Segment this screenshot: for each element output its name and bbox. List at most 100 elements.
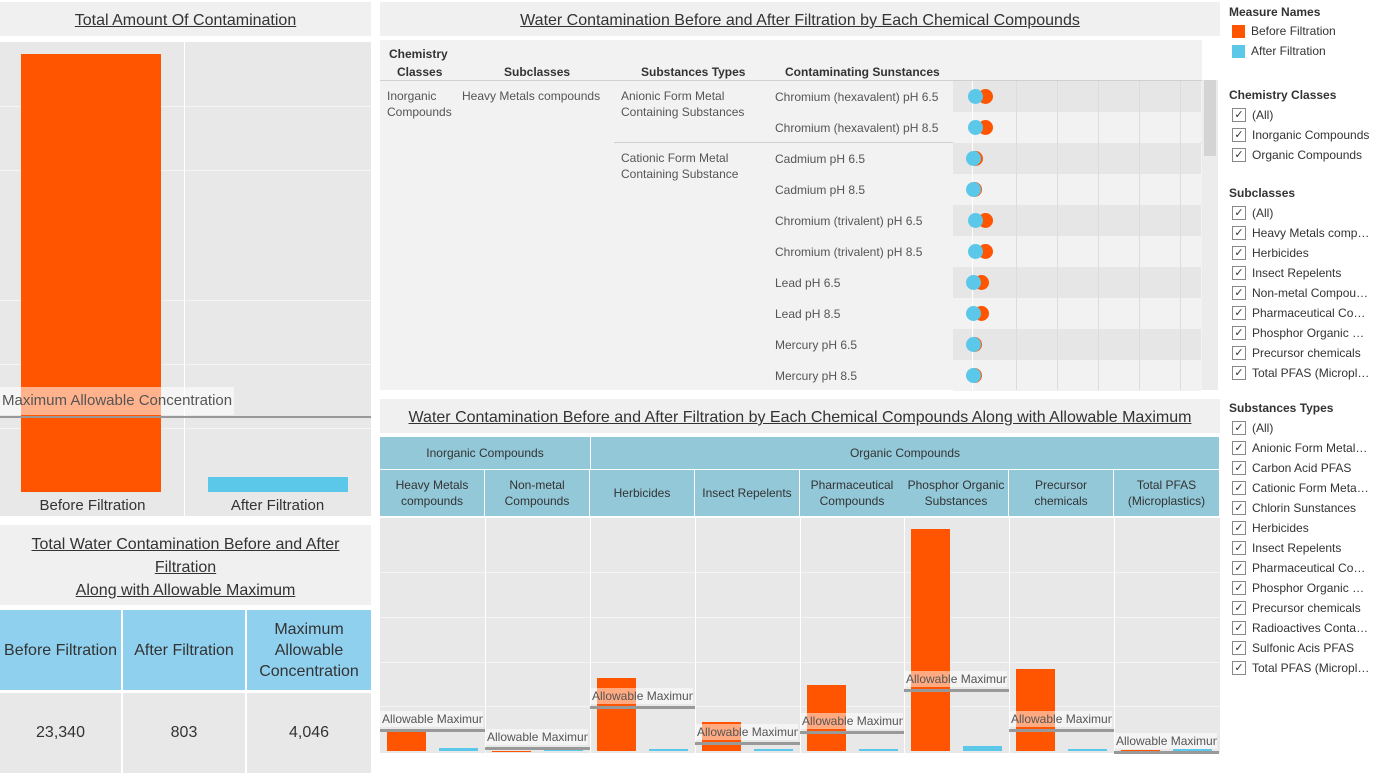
checkbox[interactable]: ✓ — [1232, 421, 1246, 435]
checkbox[interactable]: ✓ — [1232, 481, 1246, 495]
column-separator — [1114, 518, 1115, 753]
filter-option-label[interactable]: Anionic Form Metal Containing Substances — [1252, 440, 1370, 456]
gridline — [1016, 81, 1017, 390]
table-row-bg — [953, 329, 1201, 360]
checkbox[interactable]: ✓ — [1232, 108, 1246, 122]
filter-option-label[interactable]: Total PFAS (Microplastics) — [1252, 660, 1370, 676]
checkbox[interactable]: ✓ — [1232, 206, 1246, 220]
max-allowable-line — [0, 416, 371, 419]
checkbox[interactable]: ✓ — [1232, 128, 1246, 142]
filter-option-label[interactable]: Precursor chemicals — [1252, 600, 1370, 616]
contaminating-substance-label: Mercury pH 6.5 — [775, 338, 858, 352]
header-chem-classes-1: Chemistry — [389, 47, 448, 61]
checkbox[interactable]: ✓ — [1232, 246, 1246, 260]
checkbox[interactable]: ✓ — [1232, 641, 1246, 655]
bar-after-filtration — [649, 748, 688, 751]
filter-option-label[interactable]: Inorganic Compounds — [1252, 127, 1370, 143]
column-separator — [184, 42, 185, 516]
table-row-bg — [953, 267, 1201, 298]
table-value-before: 23,340 — [0, 693, 121, 773]
filter-option-label[interactable]: Phosphor Organic Substances — [1252, 580, 1370, 596]
dot-after — [966, 275, 981, 290]
filter-option-label[interactable]: Phosphor Organic Substances — [1252, 325, 1370, 341]
category-label-before: Before Filtration — [39, 497, 146, 514]
filter-option-label[interactable]: Herbicides — [1252, 245, 1370, 261]
cell-type-cationic-1: Cationic Form Metal — [621, 151, 729, 165]
table-row-bg — [953, 174, 1201, 205]
allowable-maximum-label: Allowable Maximum — [1114, 732, 1217, 749]
checkbox[interactable]: ✓ — [1232, 621, 1246, 635]
table-header-after: After Filtration — [123, 610, 245, 690]
checkbox[interactable]: ✓ — [1232, 561, 1246, 575]
bar-after-filtration — [208, 476, 348, 492]
allowable-maximum-line — [380, 729, 485, 733]
allowable-maximum-line — [904, 688, 1009, 692]
dot-after — [968, 120, 983, 135]
cell-type-anionic-1: Anionic Form Metal — [621, 89, 725, 103]
filter-option-label[interactable]: (All) — [1252, 420, 1370, 436]
filter-option-label[interactable]: Insect Repelents — [1252, 265, 1370, 281]
filter-title-chemistry-classes: Chemistry Classes — [1229, 88, 1337, 102]
checkbox[interactable]: ✓ — [1232, 366, 1246, 380]
gridline — [1139, 81, 1140, 390]
column-separator — [695, 518, 696, 753]
allowable-maximum-line — [1114, 750, 1219, 754]
checkbox[interactable]: ✓ — [1232, 441, 1246, 455]
subclass-header: Precursor chemicals — [1009, 470, 1113, 516]
allowable-maximum-label: Allowable Maximum — [1009, 711, 1112, 728]
checkbox[interactable]: ✓ — [1232, 521, 1246, 535]
checkbox[interactable]: ✓ — [1232, 541, 1246, 555]
contaminating-substance-label: Chromium (hexavalent) pH 8.5 — [775, 121, 939, 135]
filter-option-label[interactable]: Radioactives Containing Substances — [1252, 620, 1370, 636]
checkbox[interactable]: ✓ — [1232, 148, 1246, 162]
bar-after-filtration — [1068, 749, 1107, 751]
filter-option-label[interactable]: Cationic Form Metal Containing Substance — [1252, 480, 1370, 496]
filter-option-label[interactable]: Total PFAS (Microplastics) — [1252, 365, 1370, 381]
checkbox[interactable]: ✓ — [1232, 501, 1246, 515]
filter-option-label[interactable]: Chlorin Sunstances — [1252, 500, 1370, 516]
gridline — [1098, 81, 1099, 390]
header-subclasses: Subclasses — [504, 65, 571, 79]
checkbox[interactable]: ✓ — [1232, 226, 1246, 240]
contaminating-substance-label: Chromium (trivalent) pH 6.5 — [775, 214, 923, 228]
checkbox[interactable]: ✓ — [1232, 461, 1246, 475]
legend-swatch-before — [1232, 25, 1245, 38]
checkbox[interactable]: ✓ — [1232, 661, 1246, 675]
checkbox[interactable]: ✓ — [1232, 266, 1246, 280]
cell-chem-class-2: Compounds — [387, 105, 452, 119]
dot-after — [966, 306, 981, 321]
bar-after-filtration — [859, 748, 898, 751]
cell-chem-class-1: Inorganic — [387, 89, 437, 103]
filter-option-label[interactable]: Non-metal Compounds — [1252, 285, 1370, 301]
checkbox[interactable]: ✓ — [1232, 581, 1246, 595]
legend-item-before[interactable]: Before Filtration — [1251, 22, 1336, 40]
checkbox[interactable]: ✓ — [1232, 326, 1246, 340]
filter-option-label[interactable]: Heavy Metals compounds — [1252, 225, 1370, 241]
subclass-header: Insect Repelents — [695, 470, 799, 516]
dot-after — [965, 151, 981, 166]
legend-item-after[interactable]: After Filtration — [1251, 42, 1326, 60]
filter-option-label[interactable]: Carbon Acid PFAS — [1252, 460, 1370, 476]
checkbox[interactable]: ✓ — [1232, 346, 1246, 360]
filter-option-label[interactable]: Pharmaceutical Compounds — [1252, 560, 1370, 576]
gridline — [1180, 81, 1181, 390]
filter-option-label[interactable]: Sulfonic Acis PFAS — [1252, 640, 1370, 656]
column-separator — [590, 518, 591, 753]
scrollbar-thumb[interactable] — [1204, 80, 1216, 156]
header-contaminating: Contaminating Sunstances — [785, 65, 940, 79]
checkbox[interactable]: ✓ — [1232, 306, 1246, 320]
filter-option-label[interactable]: Pharmaceutical Compounds — [1252, 305, 1370, 321]
filter-option-label[interactable]: Insect Repelents — [1252, 540, 1370, 556]
max-allowable-label: Maximum Allowable Concentration — [0, 387, 235, 416]
filter-option-label[interactable]: Precursor chemicals — [1252, 345, 1370, 361]
bar-after-filtration — [439, 748, 478, 751]
vertical-scrollbar[interactable] — [1202, 80, 1218, 390]
filter-option-label[interactable]: (All) — [1252, 205, 1370, 221]
checkbox[interactable]: ✓ — [1232, 286, 1246, 300]
checkbox[interactable]: ✓ — [1232, 601, 1246, 615]
cell-type-cationic-2: Containing Substance — [621, 167, 739, 181]
table-row-bg — [953, 360, 1201, 391]
filter-option-label[interactable]: Herbicides — [1252, 520, 1370, 536]
filter-option-label[interactable]: (All) — [1252, 107, 1370, 123]
filter-option-label[interactable]: Organic Compounds — [1252, 147, 1370, 163]
